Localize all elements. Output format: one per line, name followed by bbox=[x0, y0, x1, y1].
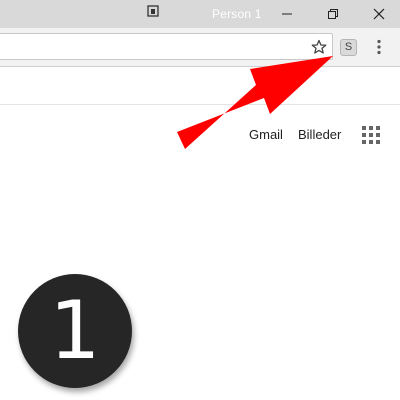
minimize-button[interactable] bbox=[264, 0, 310, 28]
close-button[interactable] bbox=[356, 0, 400, 28]
apps-grid-icon[interactable] bbox=[362, 126, 380, 144]
profile-name[interactable]: Person 1 bbox=[212, 7, 262, 21]
bookmarks-bar bbox=[0, 67, 400, 105]
images-link[interactable]: Billeder bbox=[298, 127, 341, 142]
step-number: 1 bbox=[49, 284, 101, 377]
minimize-icon bbox=[282, 13, 292, 15]
profile-switch-icon[interactable] bbox=[146, 4, 160, 18]
browser-screenshot: Person 1 S Gmail Billeder 1 bbox=[0, 0, 400, 400]
step-badge: 1 bbox=[18, 274, 132, 388]
close-icon bbox=[373, 8, 385, 20]
gmail-link[interactable]: Gmail bbox=[249, 127, 283, 142]
restore-button[interactable] bbox=[310, 0, 356, 28]
address-bar[interactable] bbox=[0, 33, 333, 60]
window-titlebar: Person 1 bbox=[0, 0, 400, 28]
extension-letter: S bbox=[344, 41, 353, 53]
restore-icon bbox=[328, 9, 338, 19]
star-icon[interactable] bbox=[311, 39, 327, 55]
extension-icon[interactable]: S bbox=[340, 39, 357, 56]
more-vert-icon[interactable] bbox=[372, 38, 386, 56]
